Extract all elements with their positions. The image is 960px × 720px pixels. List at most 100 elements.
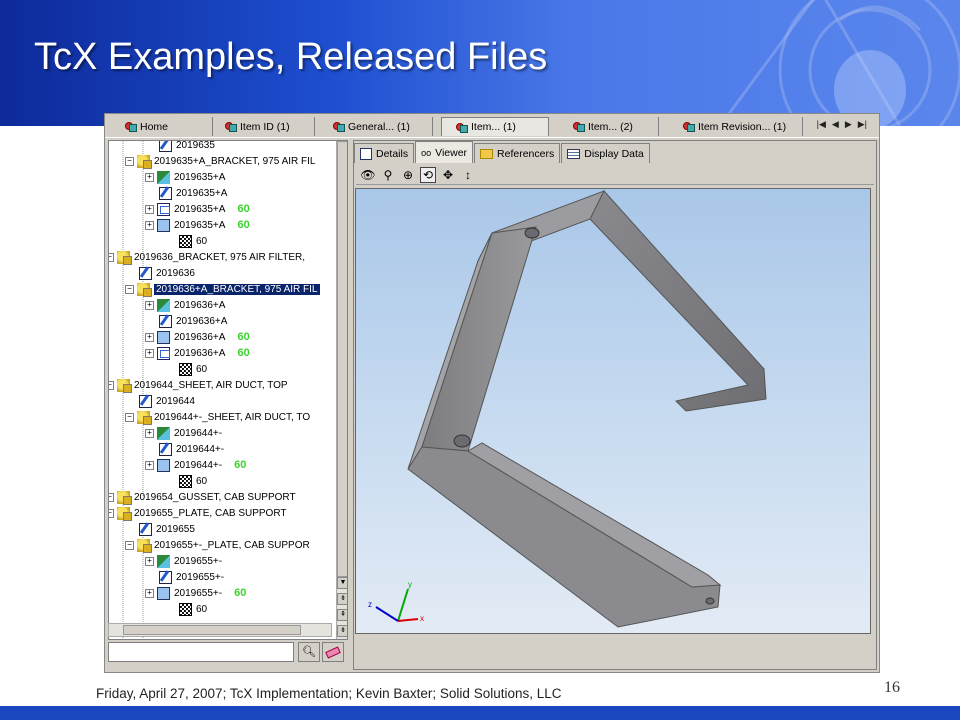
pan-center-icon[interactable]: ⊕	[400, 167, 416, 183]
item-icon	[117, 506, 132, 521]
slide-bottom-bar	[0, 706, 960, 720]
tree-node[interactable]: − 2019655_PLATE, CAB SUPPORT	[109, 505, 287, 521]
tab-details[interactable]: Details	[354, 143, 415, 163]
scroll-step-button[interactable]: ⇟	[337, 593, 347, 605]
expand-toggle-icon[interactable]: +	[145, 332, 154, 342]
tree-node[interactable]: +2019636+A 60	[145, 345, 250, 361]
tree-node[interactable]: +2019636+A 60	[145, 329, 250, 345]
viewer-panel: Details oo Viewer Referencers Display Dat…	[353, 140, 877, 670]
tree-node[interactable]: 2019644	[139, 393, 195, 409]
tab-display-data[interactable]: Display Data	[561, 143, 650, 163]
tree-node[interactable]: +2019636+A	[145, 297, 225, 313]
tree-node[interactable]: − 2019636+A_BRACKET, 975 AIR FIL	[125, 281, 320, 297]
tree-node[interactable]: − 2019635+A_BRACKET, 975 AIR FIL	[125, 153, 316, 169]
move-icon[interactable]: ✥	[440, 167, 456, 183]
expand-toggle-icon[interactable]: +	[145, 348, 154, 358]
expand-toggle-icon[interactable]: +	[145, 172, 154, 182]
release-status-badge: 60	[234, 587, 247, 599]
expand-toggle-icon[interactable]: +	[145, 204, 154, 214]
prev-tab-button[interactable]: ◀	[832, 119, 839, 130]
expand-toggle-icon[interactable]: +	[145, 588, 154, 598]
tree-node[interactable]: − 2019644_SHEET, AIR DUCT, TOP	[109, 377, 288, 393]
tree-node[interactable]: +2019635+A 60	[145, 217, 250, 233]
scroll-step-button[interactable]: ⇟	[337, 625, 347, 637]
tree-node[interactable]: − 2019644+-_SHEET, AIR DUCT, TO	[125, 409, 310, 425]
tree-horizontal-scrollbar[interactable]	[108, 623, 332, 637]
tree-hscroll-thumb[interactable]	[123, 625, 301, 635]
tree-node[interactable]: − 2019654_GUSSET, CAB SUPPORT	[109, 489, 296, 505]
first-tab-button[interactable]: |◀	[817, 119, 826, 130]
next-tab-button[interactable]: ▶	[845, 119, 852, 130]
tree-node[interactable]: +2019655+- 60	[145, 585, 246, 601]
search-button[interactable]: 🔍︎	[298, 642, 320, 662]
collapse-toggle-icon[interactable]: −	[125, 156, 134, 166]
collapse-toggle-icon[interactable]: −	[109, 252, 114, 262]
tree-node[interactable]: − 2019636_BRACKET, 975 AIR FILTER,	[109, 249, 305, 265]
tree-node[interactable]: 2019635	[159, 141, 215, 153]
expand-toggle-icon[interactable]: +	[145, 300, 154, 310]
search-input[interactable]	[108, 642, 294, 662]
tree-node[interactable]: +2019644+-	[145, 425, 222, 441]
tree-node[interactable]: 60	[179, 233, 207, 249]
eraser-icon	[325, 646, 341, 659]
view-eye-icon[interactable]: 👁︎	[360, 167, 376, 183]
tree-node-label: 2019636	[156, 267, 195, 279]
tree-node[interactable]: 60	[179, 361, 207, 377]
tree-node[interactable]: +2019655+-	[145, 553, 222, 569]
tree-node[interactable]: +2019635+A 60	[145, 201, 250, 217]
collapse-toggle-icon[interactable]: −	[125, 540, 134, 550]
tree-node[interactable]: 2019636+A	[159, 313, 227, 329]
3d-viewport[interactable]: y x z	[355, 188, 871, 634]
tree-node[interactable]: 60	[179, 473, 207, 489]
tree-node-label: 2019655+-	[176, 571, 225, 583]
item-icon	[137, 154, 152, 169]
rotate-icon[interactable]: ⟲	[420, 166, 436, 183]
item-query-icon	[573, 121, 585, 132]
item-icon	[117, 250, 132, 265]
tree-vertical-scrollbar[interactable]: ▼ ⇟ ⇞ ⇟	[336, 141, 347, 639]
tree-scroll-thumb[interactable]	[337, 141, 347, 577]
collapse-toggle-icon[interactable]: −	[125, 412, 134, 422]
tab-home[interactable]: Home	[121, 117, 213, 136]
collapse-toggle-icon[interactable]: −	[109, 380, 114, 390]
tree-node[interactable]: − 2019655+-_PLATE, CAB SUPPOR	[125, 537, 310, 553]
tree-node[interactable]: 2019655+-	[159, 569, 224, 585]
expand-toggle-icon[interactable]: +	[145, 556, 154, 566]
item-revision-icon	[159, 314, 172, 328]
item-icon	[137, 538, 152, 553]
item-revision-icon	[159, 442, 172, 456]
tree-node[interactable]: 60	[179, 601, 207, 617]
table-icon	[567, 148, 581, 159]
collapse-toggle-icon[interactable]: −	[109, 508, 114, 518]
tree-node-label: 2019644+-	[174, 459, 223, 471]
tree-node[interactable]: +2019644+- 60	[145, 457, 246, 473]
tree-node[interactable]: 2019655	[139, 521, 195, 537]
tree-node-label: 2019655	[156, 523, 195, 535]
tree-node[interactable]: 2019636	[139, 265, 195, 281]
last-tab-button[interactable]: ▶|	[858, 119, 867, 130]
expand-toggle-icon[interactable]: +	[145, 428, 154, 438]
collapse-toggle-icon[interactable]: −	[109, 492, 114, 502]
tab-item-id[interactable]: Item ID (1)	[219, 117, 315, 136]
vertical-move-icon[interactable]: ↕	[460, 167, 476, 183]
clear-button[interactable]	[322, 642, 344, 662]
expand-toggle-icon[interactable]: +	[145, 220, 154, 230]
tab-item-1[interactable]: Item... (1)	[441, 117, 549, 136]
tab-general[interactable]: General... (1)	[327, 117, 433, 136]
banner-decoration-icon	[718, 0, 960, 126]
scroll-down-button[interactable]: ▼	[337, 577, 347, 589]
tree-node[interactable]: +2019635+A	[145, 169, 225, 185]
scroll-step-button[interactable]: ⇞	[337, 609, 347, 621]
tree-node[interactable]: 2019635+A	[159, 185, 227, 201]
tree-node[interactable]: 2019644+-	[159, 441, 224, 457]
tab-referencers[interactable]: Referencers	[474, 143, 561, 163]
collapse-toggle-icon[interactable]: −	[125, 284, 134, 294]
zoom-icon[interactable]: ⚲	[380, 167, 396, 183]
structure-tree[interactable]: 2019635−2019635+A_BRACKET, 975 AIR FIL +2…	[108, 140, 348, 640]
tab-viewer[interactable]: oo Viewer	[415, 141, 474, 163]
expand-toggle-icon[interactable]: +	[145, 460, 154, 470]
search-row: 🔍︎	[108, 642, 348, 662]
release-status-badge: 60	[237, 347, 250, 359]
tab-item-revision[interactable]: Item Revision... (1)	[671, 117, 803, 136]
tab-item-2[interactable]: Item... (2)	[557, 117, 659, 136]
